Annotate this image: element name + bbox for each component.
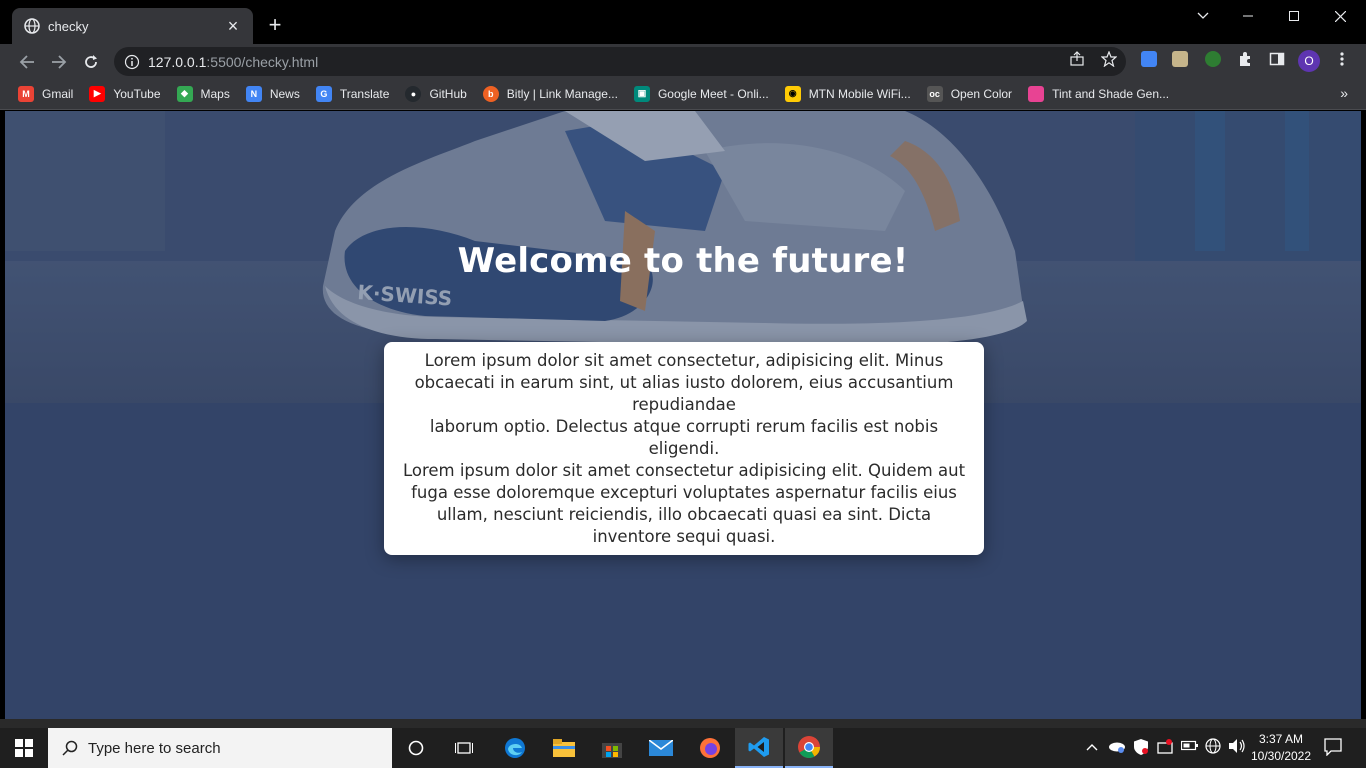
minimize-button[interactable] — [1225, 0, 1271, 32]
news-icon: N — [245, 85, 262, 102]
globe-icon — [24, 18, 40, 34]
bookmark-open-color[interactable]: oc Open Color — [926, 85, 1012, 102]
mail-icon[interactable] — [637, 728, 685, 768]
search-icon — [62, 740, 78, 756]
vscode-icon[interactable] — [735, 728, 783, 768]
mtn-icon: ◉ — [784, 85, 801, 102]
url-path: :5500/checky.html — [206, 53, 319, 70]
site-info-icon[interactable] — [124, 54, 140, 70]
extension-docs-icon[interactable] — [1141, 51, 1157, 67]
browser-toolbar: 127.0.0.1:5500/checky.html O — [0, 44, 1366, 78]
bookmark-tint-shade[interactable]: Tint and Shade Gen... — [1028, 85, 1169, 102]
forward-button[interactable] — [45, 48, 73, 76]
new-tab-button[interactable]: + — [263, 12, 287, 37]
address-bar[interactable]: 127.0.0.1:5500/checky.html — [114, 47, 1126, 76]
back-button[interactable] — [13, 48, 41, 76]
extensions-puzzle-icon[interactable] — [1236, 50, 1254, 68]
meet-icon: ▣ — [633, 85, 650, 102]
card-paragraph-3: Lorem ipsum dolor sit amet consectetur a… — [402, 461, 966, 546]
share-icon[interactable] — [1068, 50, 1086, 68]
side-panel-icon[interactable] — [1268, 50, 1286, 68]
cortana-icon[interactable] — [392, 728, 440, 768]
taskbar-clock[interactable]: 3:37 AM 10/30/2022 — [1248, 731, 1314, 765]
clock-time: 3:37 AM — [1258, 732, 1304, 746]
translate-icon: G — [315, 85, 332, 102]
task-view-icon[interactable] — [440, 728, 488, 768]
language-globe-icon[interactable] — [1205, 738, 1221, 757]
bookmark-translate[interactable]: G Translate — [315, 85, 389, 102]
editor-status-strip — [0, 719, 1366, 728]
gmail-icon: M — [18, 85, 34, 102]
bookmark-mtn[interactable]: ◉ MTN Mobile WiFi... — [784, 85, 911, 102]
tab-strip: checky × + — [0, 0, 1366, 44]
menu-kebab-icon[interactable] — [1333, 50, 1351, 68]
youtube-icon: ▶ — [89, 85, 106, 102]
security-shield-icon[interactable] — [1133, 738, 1149, 759]
tab-search-icon[interactable] — [1180, 0, 1226, 32]
profile-avatar[interactable]: O — [1298, 50, 1320, 72]
bookmark-youtube[interactable]: ▶ YouTube — [89, 85, 161, 102]
clock-date: 10/30/2022 — [1250, 749, 1312, 763]
notifications-icon[interactable] — [1324, 738, 1342, 759]
start-button[interactable] — [0, 728, 48, 768]
taskbar-search[interactable]: Type here to search — [48, 728, 392, 768]
bookmarks-overflow-icon[interactable]: » — [1340, 85, 1348, 101]
bookmark-maps[interactable]: ◆ Maps — [176, 85, 230, 102]
battery-icon[interactable] — [1180, 739, 1199, 754]
microsoft-store-icon[interactable] — [588, 728, 636, 768]
bookmark-star-icon[interactable] — [1100, 50, 1118, 68]
page-title: Welcome to the future! — [457, 241, 909, 281]
network-alert-icon[interactable] — [1157, 738, 1173, 757]
onedrive-icon[interactable] — [1108, 739, 1126, 756]
page-viewport: K·SWISS Welcome to the future! Lorem ips… — [5, 111, 1361, 719]
bookmark-bitly[interactable]: b Bitly | Link Manage... — [482, 85, 618, 102]
bookmark-gmail[interactable]: M Gmail — [18, 85, 73, 102]
windows-logo-icon — [15, 739, 33, 757]
opencolor-icon: oc — [926, 85, 943, 102]
bookmark-news[interactable]: N News — [245, 85, 300, 102]
card-paragraph-1: Lorem ipsum dolor sit amet consectetur, … — [414, 351, 954, 414]
bookmark-github[interactable]: ● GitHub — [405, 85, 467, 102]
chrome-icon[interactable] — [785, 728, 833, 768]
extension-notes-icon[interactable] — [1172, 51, 1188, 67]
firefox-icon[interactable] — [686, 728, 734, 768]
extension-colorpick-icon[interactable] — [1205, 51, 1221, 67]
github-icon: ● — [405, 85, 422, 102]
windows-taskbar: Type here to search 3:37 AM 10/30/2022 — [0, 728, 1366, 768]
edge-icon[interactable] — [491, 728, 539, 768]
reload-button[interactable] — [77, 48, 105, 76]
close-tab-icon[interactable]: × — [225, 16, 241, 36]
close-window-button[interactable] — [1317, 0, 1363, 32]
tab-title: checky — [48, 18, 89, 34]
bookmarks-bar: M Gmail ▶ YouTube ◆ Maps N News G Translate ●… — [0, 78, 1366, 110]
maximize-button[interactable] — [1271, 0, 1317, 32]
bookmark-google-meet[interactable]: ▣ Google Meet - Onli... — [633, 85, 769, 102]
search-placeholder: Type here to search — [88, 739, 221, 757]
browser-tab[interactable]: checky × — [12, 8, 253, 44]
maps-icon: ◆ — [176, 85, 193, 102]
file-explorer-icon[interactable] — [540, 728, 588, 768]
bitly-icon: b — [482, 85, 499, 102]
tray-overflow-icon[interactable] — [1086, 740, 1098, 754]
text-card: Lorem ipsum dolor sit amet consectetur, … — [384, 342, 984, 555]
url-host: 127.0.0.1 — [148, 53, 207, 70]
volume-icon[interactable] — [1228, 738, 1246, 757]
card-paragraph-2: laborum optio. Delectus atque corrupti r… — [429, 417, 939, 458]
tint-icon — [1028, 85, 1045, 102]
